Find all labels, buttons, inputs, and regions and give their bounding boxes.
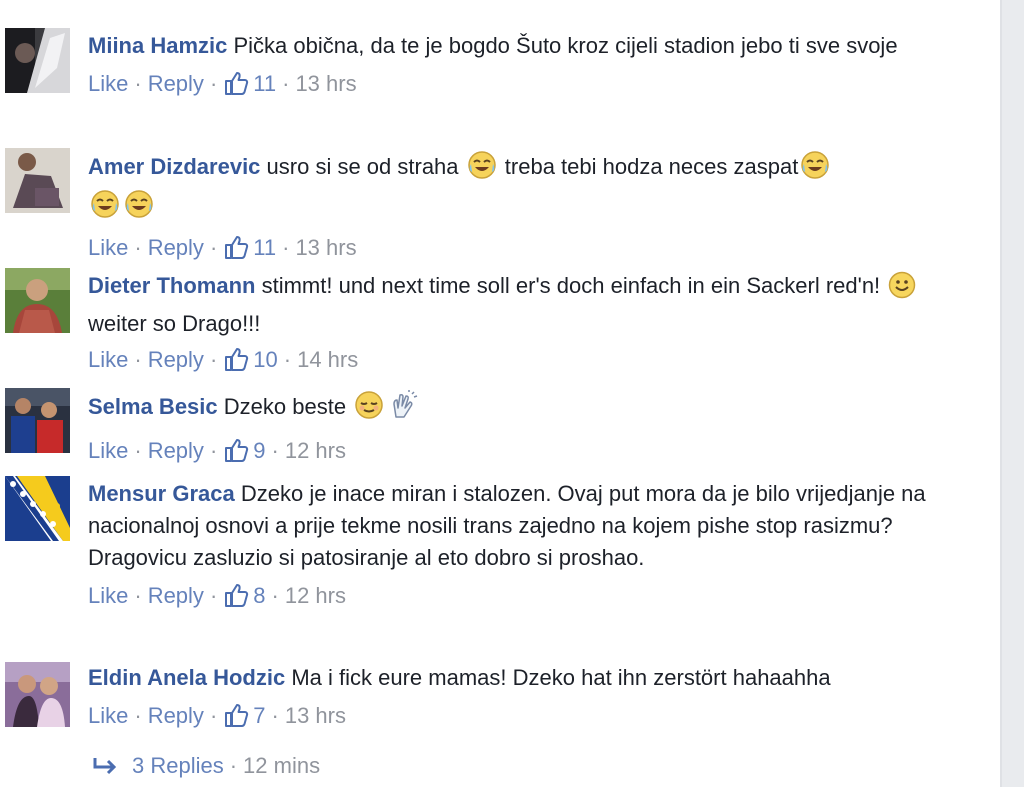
replies-link[interactable]: 3 Replies xyxy=(132,753,224,778)
avatar[interactable] xyxy=(5,148,70,213)
avatar[interactable] xyxy=(5,388,70,453)
separator: · xyxy=(134,438,142,463)
comment-text: Pička obična, da te je bogdo Šuto kroz c… xyxy=(233,33,898,58)
relieved-emoji-icon xyxy=(354,390,384,429)
separator: · xyxy=(229,753,238,778)
separator: · xyxy=(209,235,218,260)
author-link[interactable]: Selma Besic xyxy=(88,394,218,419)
author-link[interactable]: Amer Dizdarevic xyxy=(88,154,260,179)
tears-of-joy-emoji-icon xyxy=(90,189,120,228)
like-link[interactable]: Like xyxy=(88,347,128,372)
reply-link[interactable]: Reply xyxy=(148,347,204,372)
divider xyxy=(1000,0,1002,787)
thumbs-up-icon[interactable] xyxy=(223,346,249,381)
separator: · xyxy=(283,347,292,372)
like-count[interactable]: 11 xyxy=(253,71,276,96)
like-link[interactable]: Like xyxy=(88,703,128,728)
author-link[interactable]: Miina Hamzic xyxy=(88,33,227,58)
separator: · xyxy=(134,703,142,728)
reply-arrow-icon xyxy=(92,754,120,786)
reply-link[interactable]: Reply xyxy=(148,703,204,728)
thumbs-up-icon[interactable] xyxy=(223,702,249,737)
like-count[interactable]: 11 xyxy=(253,235,276,260)
like-link[interactable]: Like xyxy=(88,235,128,260)
separator: · xyxy=(134,583,142,608)
separator: · xyxy=(271,438,279,463)
author-link[interactable]: Eldin Anela Hodzic xyxy=(88,665,285,690)
tears-of-joy-emoji-icon xyxy=(800,150,830,189)
comment-thread: Miina Hamzic Pička obična, da te je bogd… xyxy=(0,0,1000,787)
comment-actions: Like · Reply · 11 · 13 hrs xyxy=(88,232,968,264)
timestamp[interactable]: 12 hrs xyxy=(285,583,346,608)
separator: · xyxy=(209,347,218,372)
right-rail xyxy=(1000,0,1024,787)
like-count[interactable]: 8 xyxy=(253,583,265,608)
like-link[interactable]: Like xyxy=(88,71,128,96)
comment-actions: Like · Reply · 11 · 13 hrs xyxy=(88,68,968,100)
avatar[interactable] xyxy=(5,268,70,333)
like-link[interactable]: Like xyxy=(88,583,128,608)
smile-emoji-icon xyxy=(888,271,916,308)
thumbs-up-icon[interactable] xyxy=(223,234,249,269)
avatar[interactable] xyxy=(5,28,70,93)
tears-of-joy-emoji-icon xyxy=(467,150,497,189)
separator: · xyxy=(209,583,218,608)
thumbs-up-icon[interactable] xyxy=(223,70,249,105)
author-link[interactable]: Mensur Graca xyxy=(88,481,235,506)
separator: · xyxy=(134,235,142,260)
like-count[interactable]: 7 xyxy=(253,703,265,728)
comment-actions: Like · Reply · 8 · 12 hrs xyxy=(88,580,968,612)
separator: · xyxy=(271,583,279,608)
comment-actions: Like · Reply · 7 · 13 hrs xyxy=(88,700,968,732)
reply-link[interactable]: Reply xyxy=(148,583,204,608)
comment-text: usro si se od straha xyxy=(266,154,459,179)
timestamp[interactable]: 12 hrs xyxy=(285,438,346,463)
comment-text: treba tebi hodza neces zaspat xyxy=(504,154,799,179)
separator: · xyxy=(282,71,290,96)
comment-actions: Like · Reply · 9 · 12 hrs xyxy=(88,435,968,467)
separator: · xyxy=(209,438,218,463)
separator: · xyxy=(209,71,218,96)
thumbs-up-icon[interactable] xyxy=(223,437,249,472)
avatar[interactable] xyxy=(5,476,70,541)
avatar[interactable] xyxy=(5,662,70,727)
like-link[interactable]: Like xyxy=(88,438,128,463)
separator: · xyxy=(134,347,142,372)
timestamp[interactable]: 12 mins xyxy=(243,753,320,778)
comment-text: Ma i fick eure mamas! Dzeko hat ihn zers… xyxy=(291,665,831,690)
like-count[interactable]: 9 xyxy=(253,438,265,463)
author-link[interactable]: Dieter Thomann xyxy=(88,273,255,298)
reply-link[interactable]: Reply xyxy=(148,71,204,96)
timestamp[interactable]: 14 hrs xyxy=(297,347,358,372)
timestamp[interactable]: 13 hrs xyxy=(285,703,346,728)
separator: · xyxy=(209,703,218,728)
comment-text: weiter so Drago!!! xyxy=(88,311,261,336)
view-replies[interactable]: 3 Replies · 12 mins xyxy=(92,750,320,782)
reply-link[interactable]: Reply xyxy=(148,438,204,463)
separator: · xyxy=(271,703,279,728)
separator: · xyxy=(134,71,142,96)
timestamp[interactable]: 13 hrs xyxy=(295,235,356,260)
separator: · xyxy=(282,235,290,260)
comment-text: Dzeko beste xyxy=(223,394,347,419)
timestamp[interactable]: 13 hrs xyxy=(295,71,356,96)
comment-actions: Like · Reply · 10 · 14 hrs xyxy=(88,344,968,376)
comment-text: stimmt! und next time soll er's doch ein… xyxy=(261,273,881,298)
like-count[interactable]: 10 xyxy=(253,347,277,372)
thumbs-up-icon[interactable] xyxy=(223,582,249,617)
clapping-hands-emoji-icon xyxy=(388,390,418,429)
tears-of-joy-emoji-icon xyxy=(124,189,154,228)
reply-link[interactable]: Reply xyxy=(148,235,204,260)
